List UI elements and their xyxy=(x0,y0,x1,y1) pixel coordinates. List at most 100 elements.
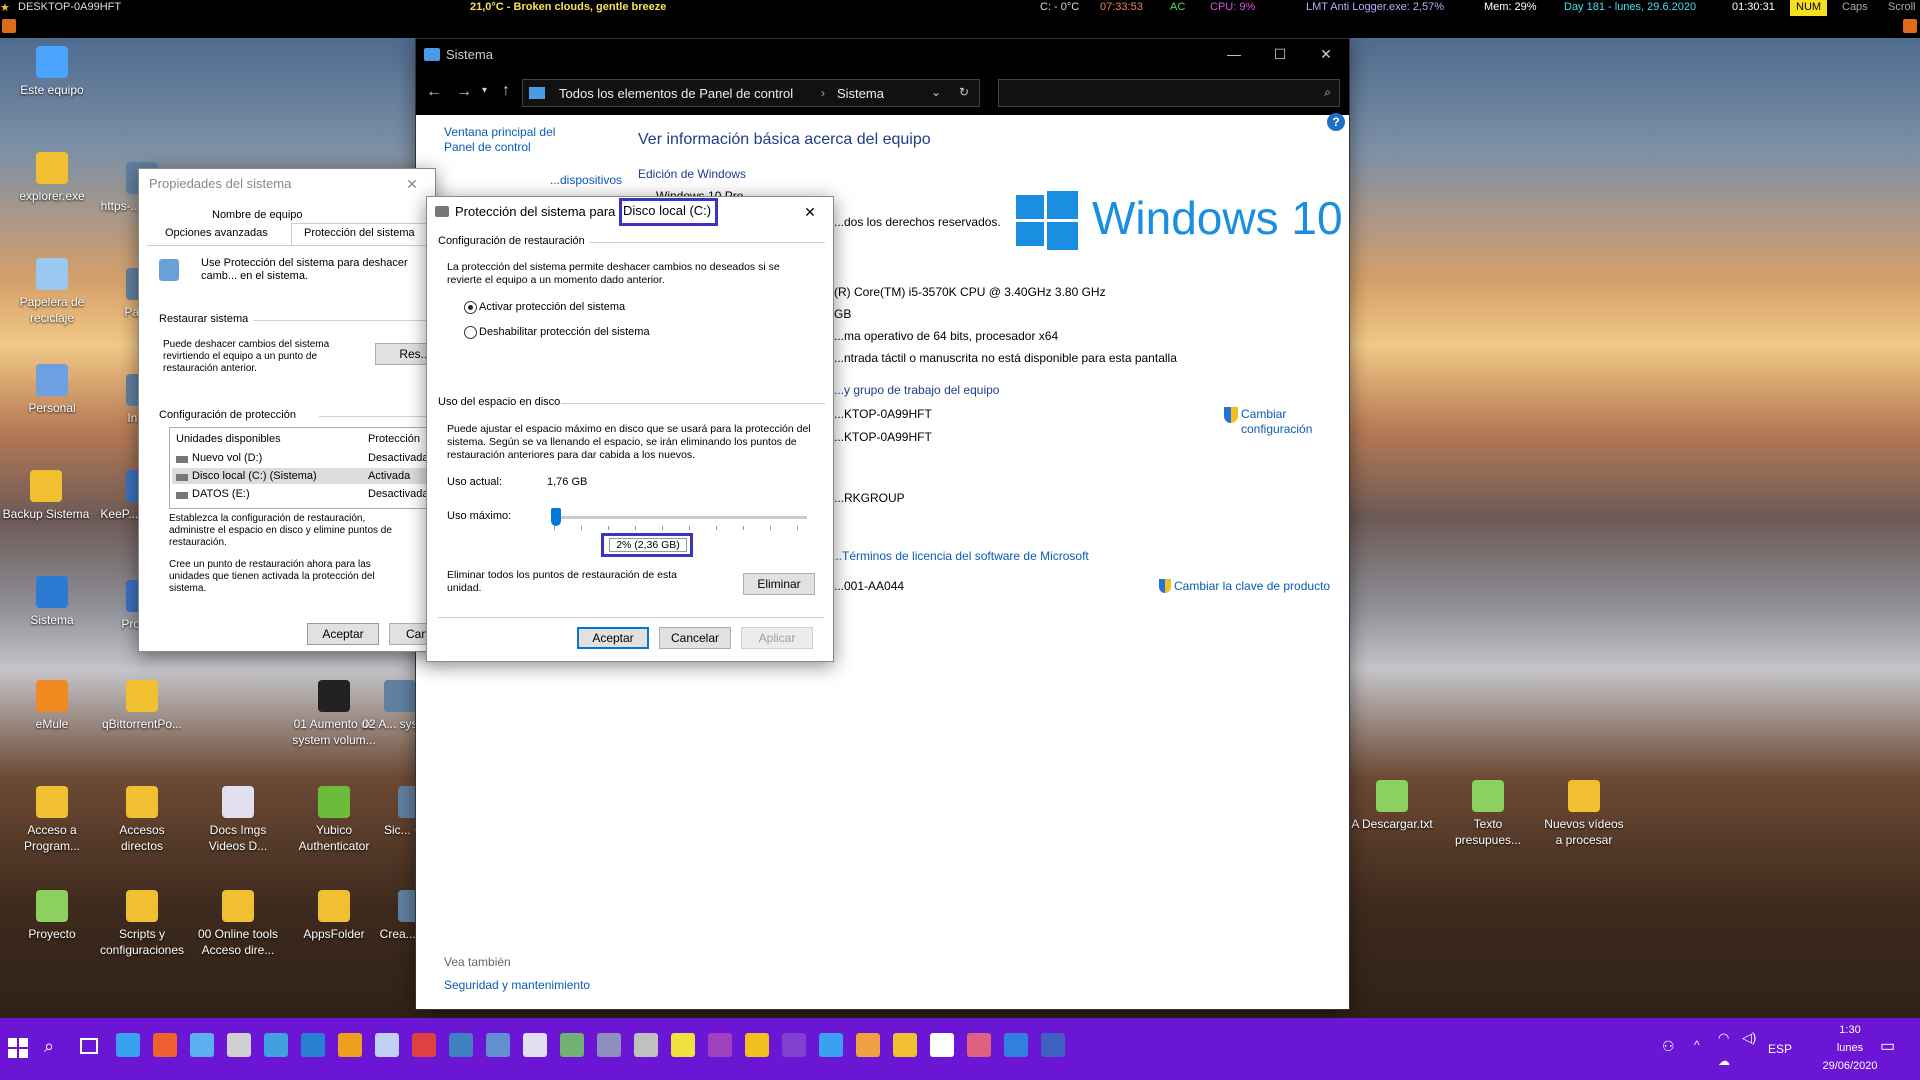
desktop-icon[interactable]: Backup Sistema xyxy=(2,470,90,522)
taskbar-app-icon[interactable] xyxy=(190,1033,214,1057)
desktop-icon[interactable]: Yubico Authenticator xyxy=(290,786,378,854)
address-bar[interactable]: Todos los elementos de Panel de control … xyxy=(522,79,980,107)
drives-list[interactable]: Unidades disponibles Protección Nuevo vo… xyxy=(169,427,439,509)
rss-icon[interactable] xyxy=(2,19,16,33)
back-icon[interactable]: ← xyxy=(426,83,442,101)
taskbar-app-icon[interactable] xyxy=(634,1033,658,1057)
system-properties-titlebar[interactable]: Propiedades del sistema ✕ xyxy=(139,169,435,199)
taskbar-app-icon[interactable] xyxy=(227,1033,251,1057)
rss-icon[interactable] xyxy=(1903,19,1917,33)
notifications-icon[interactable]: ▭ xyxy=(1880,1036,1895,1056)
apply-button[interactable]: Aplicar xyxy=(741,627,813,649)
minimize-button[interactable]: — xyxy=(1211,39,1257,69)
desktop-icon[interactable]: AppsFolder xyxy=(290,890,378,942)
control-panel-home-link[interactable]: Ventana principal del Panel de control xyxy=(444,125,574,155)
taskbar-app-icon[interactable] xyxy=(1004,1033,1028,1057)
desktop-icon[interactable]: 00 Online tools Acceso dire... xyxy=(194,890,282,958)
ok-button[interactable]: Aceptar xyxy=(307,623,379,645)
desktop-icon[interactable]: Docs Imgs Videos D... xyxy=(194,786,282,854)
search-input[interactable]: ⌕ xyxy=(998,79,1340,107)
tab-system-protection[interactable]: Protección del sistema xyxy=(291,223,441,245)
forward-icon[interactable]: → xyxy=(456,83,472,101)
start-button[interactable] xyxy=(8,1038,28,1058)
desktop-icon[interactable]: qBittorrentPo... xyxy=(98,680,186,732)
desktop-icon[interactable]: explorer.exe xyxy=(8,152,96,204)
taskbar-app-icon[interactable] xyxy=(486,1033,510,1057)
breadcrumb-item[interactable]: Sistema xyxy=(837,86,884,101)
desktop-icon[interactable]: Accesos directos xyxy=(98,786,186,854)
desktop-icon[interactable]: Scripts y configuraciones xyxy=(98,890,186,958)
taskbar-app-icon[interactable] xyxy=(967,1033,991,1057)
help-icon[interactable]: ? xyxy=(1327,113,1345,131)
drive-name[interactable]: Disco local (C:) (Sistema) xyxy=(192,470,317,482)
max-usage-slider-track[interactable] xyxy=(551,516,807,519)
taskbar-app-icon[interactable] xyxy=(708,1033,732,1057)
desktop-icon[interactable]: A Descargar.txt xyxy=(1348,780,1436,832)
taskbar-app-icon[interactable] xyxy=(930,1033,954,1057)
devices-link[interactable]: ...dispositivos xyxy=(550,173,622,187)
close-button[interactable]: ✕ xyxy=(389,169,435,199)
taskbar-app-icon[interactable] xyxy=(449,1033,473,1057)
drives-column-header[interactable]: Unidades disponibles xyxy=(176,433,281,445)
desktop-icon[interactable]: Nuevos vídeos a procesar xyxy=(1540,780,1628,848)
taskbar-app-icon[interactable] xyxy=(745,1033,769,1057)
desktop-icon[interactable]: Papelera de reciclaje xyxy=(8,258,96,326)
clock-weekday[interactable]: lunes xyxy=(1820,1042,1880,1054)
chevron-down-icon[interactable]: ▾ xyxy=(482,85,487,96)
security-maintenance-link[interactable]: Seguridad y mantenimiento xyxy=(444,978,590,992)
sistema-titlebar[interactable]: Sistema — ☐ ✕ xyxy=(416,39,1349,71)
up-icon[interactable]: ↑ xyxy=(502,82,510,100)
desktop-icon[interactable]: Personal xyxy=(8,364,96,416)
taskbar-app-icon[interactable] xyxy=(1041,1033,1065,1057)
taskbar-app-icon[interactable] xyxy=(153,1033,177,1057)
taskbar-app-icon[interactable] xyxy=(856,1033,880,1057)
drive-name[interactable]: DATOS (E:) xyxy=(192,488,250,500)
change-settings-link[interactable]: Cambiar configuración xyxy=(1241,407,1337,437)
taskbar-app-icon[interactable] xyxy=(116,1033,140,1057)
desktop-icon[interactable]: Este equipo xyxy=(8,46,96,98)
desktop-icon[interactable]: Proyecto xyxy=(8,890,96,942)
delete-button[interactable]: Eliminar xyxy=(743,573,815,595)
disable-protection-radio[interactable] xyxy=(464,326,477,339)
breadcrumb-item[interactable]: Todos los elementos de Panel de control xyxy=(559,86,793,101)
taskbar-app-icon[interactable] xyxy=(782,1033,806,1057)
ok-button[interactable]: Aceptar xyxy=(577,627,649,649)
volume-icon[interactable]: ◁) xyxy=(1742,1030,1756,1046)
taskbar-app-icon[interactable] xyxy=(597,1033,621,1057)
search-icon[interactable]: ⌕ xyxy=(44,1036,54,1057)
desktop-icon[interactable]: Sistema xyxy=(8,576,96,628)
chevron-up-icon[interactable]: ^ xyxy=(1694,1038,1700,1052)
taskbar-app-icon[interactable] xyxy=(671,1033,695,1057)
taskbar-app-icon[interactable] xyxy=(338,1033,362,1057)
taskbar-app-icon[interactable] xyxy=(412,1033,436,1057)
maximize-button[interactable]: ☐ xyxy=(1257,39,1303,69)
max-usage-slider-thumb[interactable] xyxy=(551,508,562,526)
enable-protection-label[interactable]: Activar protección del sistema xyxy=(479,301,625,313)
protection-column-header[interactable]: Protección xyxy=(368,433,420,445)
close-button[interactable]: ✕ xyxy=(787,197,833,227)
language-indicator[interactable]: ESP xyxy=(1768,1042,1792,1056)
network-icon[interactable]: ◠ xyxy=(1718,1030,1729,1046)
taskbar-app-icon[interactable] xyxy=(523,1033,547,1057)
taskbar-app-icon[interactable] xyxy=(264,1033,288,1057)
disable-protection-label[interactable]: Deshabilitar protección del sistema xyxy=(479,326,650,338)
tab-advanced[interactable]: Opciones avanzadas xyxy=(165,227,268,239)
taskbar-app-icon[interactable] xyxy=(560,1033,584,1057)
change-product-key-link[interactable]: Cambiar la clave de producto xyxy=(1174,579,1330,593)
clock-time[interactable]: 1:30 xyxy=(1820,1024,1880,1036)
task-view-icon[interactable] xyxy=(80,1038,98,1054)
refresh-icon[interactable]: ↻ xyxy=(959,85,969,99)
taskbar-app-icon[interactable] xyxy=(301,1033,325,1057)
taskbar-app-icon[interactable] xyxy=(893,1033,917,1057)
close-button[interactable]: ✕ xyxy=(1303,39,1349,69)
tab-computer-name[interactable]: Nombre de equipo xyxy=(212,209,303,221)
people-icon[interactable]: ⚇ xyxy=(1662,1038,1675,1055)
cancel-button[interactable]: Cancelar xyxy=(659,627,731,649)
desktop-icon[interactable]: Texto presupues... xyxy=(1444,780,1532,848)
taskbar-app-icon[interactable] xyxy=(819,1033,843,1057)
desktop-icon[interactable]: eMule xyxy=(8,680,96,732)
chevron-down-icon[interactable]: ⌄ xyxy=(931,85,941,99)
enable-protection-radio[interactable] xyxy=(464,301,477,314)
drive-name[interactable]: Nuevo vol (D:) xyxy=(192,452,262,464)
desktop-icon[interactable]: Acceso a Program... xyxy=(8,786,96,854)
